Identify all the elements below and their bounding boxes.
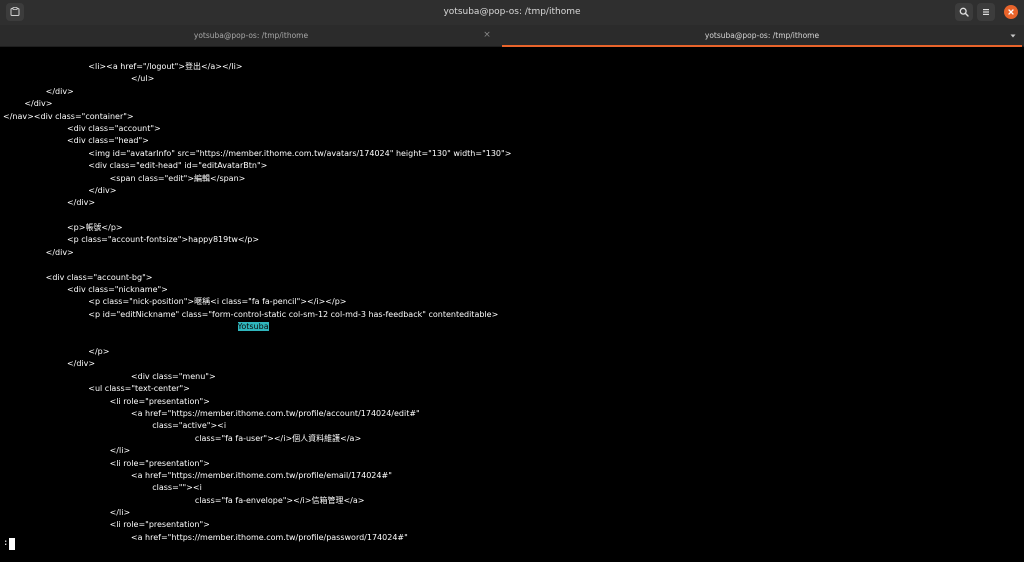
terminal-line-text: class="active"><i [152,421,227,431]
terminal-line-text: <p>帳號</p> [66,223,123,233]
close-icon [1008,9,1014,15]
terminal-line-text: <p id="editNickname" class="form-control… [88,309,499,319]
terminal-line: class=""><i [3,482,511,494]
terminal-line: class="active"><i [3,420,511,432]
terminal-line-text: <a href="https://member.ithome.com.tw/pr… [130,532,408,542]
terminal-line: <ul class="text-center"> [3,383,511,395]
terminal-line: <p class="nick-position">暱稱<i class="fa … [3,296,511,308]
terminal-line-text: <p class="nick-position">暱稱<i class="fa … [88,297,347,307]
terminal-line-text: </nav><div class="container"> [3,111,134,121]
terminal-line: </ul> [3,73,511,85]
terminal-line: </li> [3,445,511,457]
highlighted-search-match: Yotsuba [237,322,269,332]
terminal-line: <a href="https://member.ithome.com.tw/pr… [3,532,511,544]
tab-label: yotsuba@pop-os: /tmp/ithome [193,31,309,40]
terminal-line: <div class="account"> [3,123,511,135]
terminal-line: <a href="https://member.ithome.com.tw/pr… [3,470,511,482]
terminal-line-text: </div> [45,86,74,96]
tab-list-dropdown-button[interactable] [1006,25,1020,46]
terminal-line: </div> [3,98,511,110]
new-tab-button[interactable] [6,3,24,21]
terminal-line-text: </p> [88,346,110,356]
terminal-line: <p>帳號</p> [3,222,511,234]
terminal-line: </div> [3,247,511,259]
terminal-line: <span class="edit">編輯</span> [3,173,511,185]
terminal-line-text: <a href="https://member.ithome.com.tw/pr… [130,408,420,418]
terminal-line: <div class="edit-head" id="editAvatarBtn… [3,160,511,172]
pager-prompt[interactable]: : [3,537,16,550]
terminal-line-text: class="fa fa-envelope"></i>信箱管理</a> [194,495,365,505]
terminal-line-text: <ul class="text-center"> [88,384,190,394]
hamburger-menu-icon [983,9,989,15]
terminal-line-text: class=""><i [152,483,202,493]
terminal-line-text: </div> [45,247,74,257]
terminal-line-text: <p class="account-fontsize">happy819tw</… [66,235,260,245]
terminal-line-text: <div class="head"> [66,136,149,146]
terminal-line: </div> [3,358,511,370]
terminal-line-text: </div> [88,185,117,195]
terminal-line: </nav><div class="container"> [3,111,511,123]
terminal-line-text: <div class="menu"> [130,371,216,381]
terminal-line-text: class="fa fa-user"></i>個人資料維護</a> [194,433,362,443]
tab-close-button[interactable]: × [482,25,492,46]
terminal-line: <div class="head"> [3,135,511,147]
terminal-line-text: <a href="https://member.ithome.com.tw/pr… [130,470,392,480]
terminal-line: <li role="presentation"> [3,458,511,470]
terminal-line: <a href="https://member.ithome.com.tw/pr… [3,408,511,420]
terminal-line: </div> [3,86,511,98]
terminal-lines: <li><a href="/logout">登出</a></li> </ul> </… [3,61,511,544]
terminal-line-text: <span class="edit">編輯</span> [109,173,246,183]
terminal-line: </li> [3,507,511,519]
terminal-line: <div class="account-bg"> [3,272,511,284]
terminal-line-text: </li> [109,446,131,456]
terminal-line: <div class="nickname"> [3,284,511,296]
terminal-line: </div> [3,185,511,197]
menu-button[interactable] [977,3,995,21]
search-button[interactable] [955,3,973,21]
terminal-line: <div class="menu"> [3,371,511,383]
terminal-line-text: <div class="nickname"> [66,285,168,295]
terminal-line: class="fa fa-envelope"></i>信箱管理</a> [3,495,511,507]
terminal-line-text: <div class="account"> [66,123,161,133]
terminal-line: Yotsuba [3,321,511,333]
terminal-line-text: <div class="edit-head" id="editAvatarBtn… [88,161,268,171]
chevron-down-icon [1010,34,1016,37]
text-cursor [9,537,16,550]
terminal-line-text: </ul> [130,74,155,84]
terminal-line: <p class="account-fontsize">happy819tw</… [3,234,511,246]
terminal-line-text: </div> [66,198,96,208]
terminal-line: <p id="editNickname" class="form-control… [3,309,511,321]
tab-label: yotsuba@pop-os: /tmp/ithome [704,31,820,40]
tab-terminal-1[interactable]: yotsuba@pop-os: /tmp/ithome × [0,25,502,47]
terminal-output[interactable]: <li><a href="/logout">登出</a></li> </ul> </… [0,47,1024,562]
terminal-line: <img id="avatarInfo" src="https://member… [3,148,511,160]
tab-terminal-2[interactable]: yotsuba@pop-os: /tmp/ithome [502,25,1022,47]
terminal-line: <li role="presentation"> [3,519,511,531]
terminal-line-text: <li><a href="/logout">登出</a></li> [88,62,243,71]
terminal-line-text: <li role="presentation"> [109,520,210,530]
close-window-button[interactable] [1004,5,1018,19]
terminal-line: <li><a href="/logout">登出</a></li> [3,61,511,73]
terminal-line-text: <img id="avatarInfo" src="https://member… [88,148,512,158]
pager-prompt-text: : [3,538,9,548]
terminal-line: <li role="presentation"> [3,396,511,408]
terminal-tab-icon [10,7,20,16]
search-icon [959,7,969,17]
terminal-line-text: </li> [109,508,131,518]
terminal-line-text: <li role="presentation"> [109,396,210,406]
tab-bar: yotsuba@pop-os: /tmp/ithome × yotsuba@po… [0,25,1024,47]
terminal-line-text: <li role="presentation"> [109,458,210,468]
terminal-line-text: <div class="account-bg"> [45,272,153,282]
terminal-line: class="fa fa-user"></i>個人資料維護</a> [3,433,511,445]
terminal-line: </div> [3,197,511,209]
terminal-line-text: </div> [24,99,53,109]
window-titlebar: yotsuba@pop-os: /tmp/ithome [0,0,1024,25]
terminal-line: </p> [3,346,511,358]
terminal-line-text: </div> [66,359,96,369]
window-title: yotsuba@pop-os: /tmp/ithome [443,7,581,17]
